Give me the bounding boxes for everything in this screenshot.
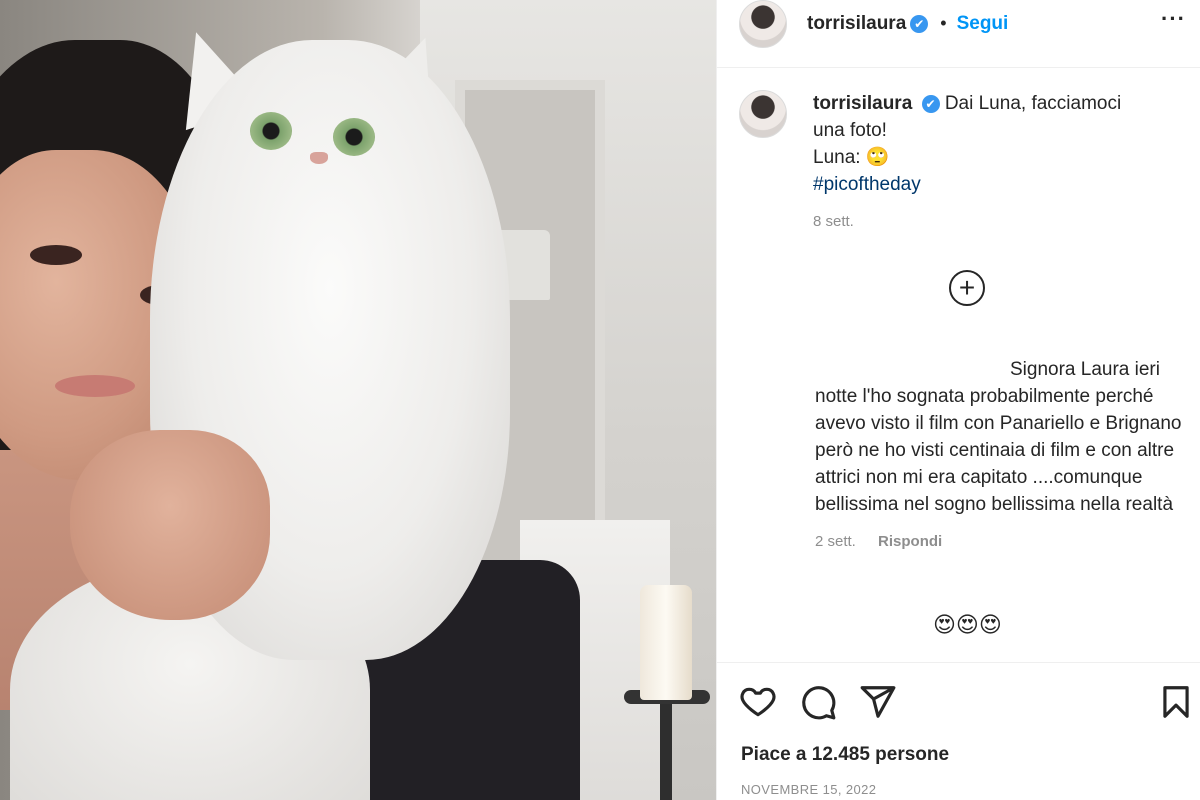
comment-emoji-item: 😍😍😍 (933, 612, 1002, 637)
post-caption: torrisilaura ✔ Dai Luna, facciamoci una … (739, 90, 1189, 235)
caption-hashtag[interactable]: #picoftheday (813, 171, 1121, 198)
caption-body: torrisilaura ✔ Dai Luna, facciamoci una … (813, 90, 1121, 235)
reply-button[interactable]: Rispondi (878, 533, 942, 550)
caption-line-2: una foto! (813, 120, 887, 141)
verified-badge-icon: ✔ (921, 95, 940, 113)
follow-button[interactable]: Segui (957, 13, 1009, 35)
woman-hand (70, 430, 270, 620)
more-options-icon[interactable]: ··· (1161, 6, 1186, 32)
caption-timestamp[interactable]: 8 sett. (813, 208, 1121, 235)
likes-count[interactable]: Piace a 12.485 persone (741, 744, 949, 766)
post-date[interactable]: NOVEMBRE 15, 2022 (741, 782, 876, 797)
woman-eye-left (30, 245, 82, 265)
comment-timestamp[interactable]: 2 sett. (815, 533, 856, 550)
caption-line-1: torrisilaura ✔ Dai Luna, facciamoci (813, 90, 1121, 117)
separator-dot: • (940, 13, 947, 33)
speech-bubble-icon[interactable] (799, 683, 837, 721)
candle-holder-pole (660, 700, 672, 800)
post-side-panel: torrisilaura ✔ • Segui ··· torrisilaura … (716, 0, 1200, 800)
caption-username[interactable]: torrisilaura (813, 93, 912, 114)
candle (640, 585, 692, 700)
heart-icon[interactable] (739, 683, 777, 721)
comment-meta: 2 sett. Rispondi (815, 528, 1199, 555)
post-actions (717, 662, 1200, 734)
verified-badge-icon: ✔ (910, 14, 929, 33)
caption-text-1: Dai Luna, facciamoci (944, 93, 1122, 114)
load-more-comments-icon[interactable]: + (949, 270, 985, 306)
cat-eye-left (250, 112, 292, 150)
caption-line-3: Luna: 🙄 (813, 147, 890, 168)
cat-nose (310, 152, 328, 164)
comment-text: Signora Laura ieri notte l'ho sognata pr… (815, 356, 1199, 518)
author-avatar[interactable] (739, 0, 787, 48)
paper-plane-icon[interactable] (859, 683, 897, 721)
comment-text-line1: Signora Laura ieri (1010, 359, 1160, 380)
post-photo[interactable] (0, 0, 716, 800)
caption-author-avatar[interactable] (739, 90, 787, 138)
bookmark-icon[interactable] (1157, 683, 1195, 721)
comment-item: Signora Laura ieri notte l'ho sognata pr… (815, 356, 1199, 555)
woman-lips (55, 375, 135, 397)
post-header: torrisilaura ✔ • Segui ··· (717, 0, 1200, 68)
author-username[interactable]: torrisilaura (807, 13, 906, 35)
cat-eye-right (333, 118, 375, 156)
comment-text-rest: notte l'ho sognata probabilmente perché … (815, 386, 1182, 515)
